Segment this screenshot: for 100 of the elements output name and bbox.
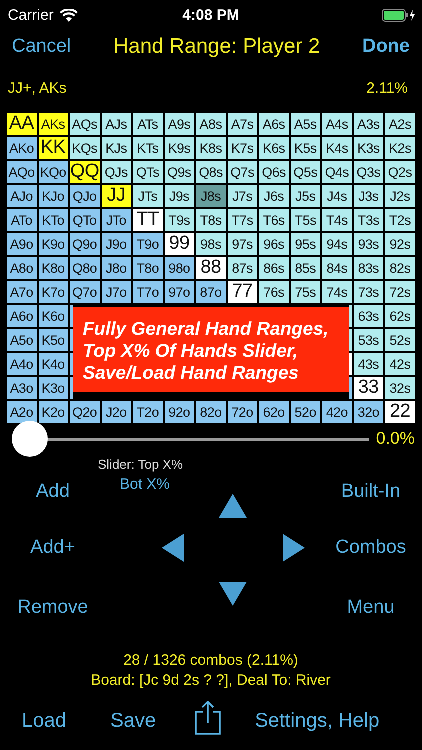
- share-icon[interactable]: [195, 701, 222, 735]
- cancel-button[interactable]: Cancel: [12, 36, 72, 58]
- hand-cell[interactable]: KQs: [70, 137, 100, 159]
- done-button[interactable]: Done: [362, 36, 410, 58]
- hand-cell[interactable]: K5o: [38, 329, 68, 351]
- add-button[interactable]: Add: [36, 481, 70, 503]
- hand-cell[interactable]: K7o: [38, 281, 68, 303]
- hand-cell[interactable]: 87o: [196, 281, 226, 303]
- hand-cell[interactable]: JTs: [133, 185, 163, 207]
- hand-cell[interactable]: J5s: [290, 185, 320, 207]
- hand-cell[interactable]: KJo: [38, 185, 68, 207]
- hand-cell[interactable]: 76s: [259, 281, 289, 303]
- hand-cell[interactable]: 32s: [385, 377, 415, 399]
- hand-cell[interactable]: A3s: [354, 113, 384, 135]
- hand-cell[interactable]: KTs: [133, 137, 163, 159]
- hand-cell[interactable]: 96s: [259, 233, 289, 255]
- built-in-button[interactable]: Built-In: [341, 481, 401, 503]
- hand-cell[interactable]: [70, 377, 74, 399]
- left-arrow-icon[interactable]: [162, 534, 184, 562]
- hand-cell[interactable]: 88: [196, 257, 226, 279]
- hand-cell[interactable]: K9o: [38, 233, 68, 255]
- hand-cell[interactable]: T6s: [259, 209, 289, 231]
- hand-cell[interactable]: JJ: [102, 185, 132, 207]
- hand-cell[interactable]: KJs: [102, 137, 132, 159]
- hand-cell[interactable]: A6s: [259, 113, 289, 135]
- hand-cell[interactable]: T7s: [228, 209, 258, 231]
- combos-button[interactable]: Combos: [336, 537, 406, 559]
- menu-button[interactable]: Menu: [347, 597, 395, 619]
- hand-cell[interactable]: AQo: [7, 161, 37, 183]
- hand-cell[interactable]: QJs: [102, 161, 132, 183]
- hand-cell[interactable]: Q2o: [70, 401, 100, 423]
- hand-cell[interactable]: KK: [38, 137, 68, 159]
- hand-cell[interactable]: [70, 305, 74, 327]
- hand-cell[interactable]: 97o: [164, 281, 194, 303]
- hand-cell[interactable]: A7s: [228, 113, 258, 135]
- hand-cell[interactable]: K8s: [196, 137, 226, 159]
- hand-cell[interactable]: KQo: [38, 161, 68, 183]
- hand-cell[interactable]: 22: [385, 401, 415, 423]
- hand-cell[interactable]: 52s: [385, 329, 415, 351]
- hand-cell[interactable]: 62s: [385, 305, 415, 327]
- hand-cell[interactable]: A9s: [164, 113, 194, 135]
- hand-cell[interactable]: 72s: [385, 281, 415, 303]
- up-arrow-icon[interactable]: [219, 494, 247, 518]
- hand-cell[interactable]: [348, 353, 352, 375]
- remove-button[interactable]: Remove: [18, 597, 88, 619]
- hand-cell[interactable]: A2s: [385, 113, 415, 135]
- hand-cell[interactable]: 42s: [385, 353, 415, 375]
- hand-cell[interactable]: Q5s: [290, 161, 320, 183]
- hand-cell[interactable]: [348, 329, 352, 351]
- hand-cell[interactable]: 95s: [290, 233, 320, 255]
- hand-cell[interactable]: T3s: [354, 209, 384, 231]
- hand-cell[interactable]: ATs: [133, 113, 163, 135]
- hand-cell[interactable]: 86s: [259, 257, 289, 279]
- hand-cell[interactable]: QJo: [70, 185, 100, 207]
- hand-cell[interactable]: 84s: [322, 257, 352, 279]
- hand-cell[interactable]: K2o: [38, 401, 68, 423]
- hand-cell[interactable]: T8s: [196, 209, 226, 231]
- hand-cell[interactable]: A8s: [196, 113, 226, 135]
- hand-cell[interactable]: 98o: [164, 257, 194, 279]
- hand-cell[interactable]: AJs: [102, 113, 132, 135]
- hand-cell[interactable]: J2s: [385, 185, 415, 207]
- hand-cell[interactable]: 72o: [228, 401, 258, 423]
- hand-cell[interactable]: A4s: [322, 113, 352, 135]
- hand-cell[interactable]: 92o: [164, 401, 194, 423]
- hand-cell[interactable]: AKo: [7, 137, 37, 159]
- hand-cell[interactable]: QQ: [70, 161, 100, 183]
- hand-cell[interactable]: 33: [354, 377, 384, 399]
- hand-cell[interactable]: T8o: [133, 257, 163, 279]
- hand-cell[interactable]: Q9o: [70, 233, 100, 255]
- hand-cell[interactable]: 85s: [290, 257, 320, 279]
- hand-cell[interactable]: K4o: [38, 353, 68, 375]
- hand-cell[interactable]: K5s: [290, 137, 320, 159]
- hand-cell[interactable]: J9o: [102, 233, 132, 255]
- hand-cell[interactable]: [348, 305, 352, 327]
- hand-cell[interactable]: A5o: [7, 329, 37, 351]
- hand-cell[interactable]: 73s: [354, 281, 384, 303]
- hand-cell[interactable]: [70, 353, 74, 375]
- hand-cell[interactable]: 43s: [354, 353, 384, 375]
- hand-cell[interactable]: K8o: [38, 257, 68, 279]
- hand-cell[interactable]: 99: [164, 233, 194, 255]
- hand-cell[interactable]: 53s: [354, 329, 384, 351]
- right-arrow-icon[interactable]: [283, 534, 305, 562]
- hand-cell[interactable]: 74s: [322, 281, 352, 303]
- hand-cell[interactable]: 32o: [354, 401, 384, 423]
- hand-cell[interactable]: 87s: [228, 257, 258, 279]
- hand-cell[interactable]: J8s: [196, 185, 226, 207]
- hand-cell[interactable]: J8o: [102, 257, 132, 279]
- hand-cell[interactable]: T2o: [133, 401, 163, 423]
- hand-cell[interactable]: 98s: [196, 233, 226, 255]
- hand-cell[interactable]: TT: [133, 209, 163, 231]
- hand-cell[interactable]: [70, 329, 74, 351]
- hand-cell[interactable]: T2s: [385, 209, 415, 231]
- hand-cell[interactable]: 77: [228, 281, 258, 303]
- hand-cell[interactable]: 92s: [385, 233, 415, 255]
- hand-cell[interactable]: 63s: [354, 305, 384, 327]
- hand-cell[interactable]: AJo: [7, 185, 37, 207]
- hand-cell[interactable]: KTo: [38, 209, 68, 231]
- hand-cell[interactable]: J7s: [228, 185, 258, 207]
- hand-cell[interactable]: 97s: [228, 233, 258, 255]
- hand-cell[interactable]: A4o: [7, 353, 37, 375]
